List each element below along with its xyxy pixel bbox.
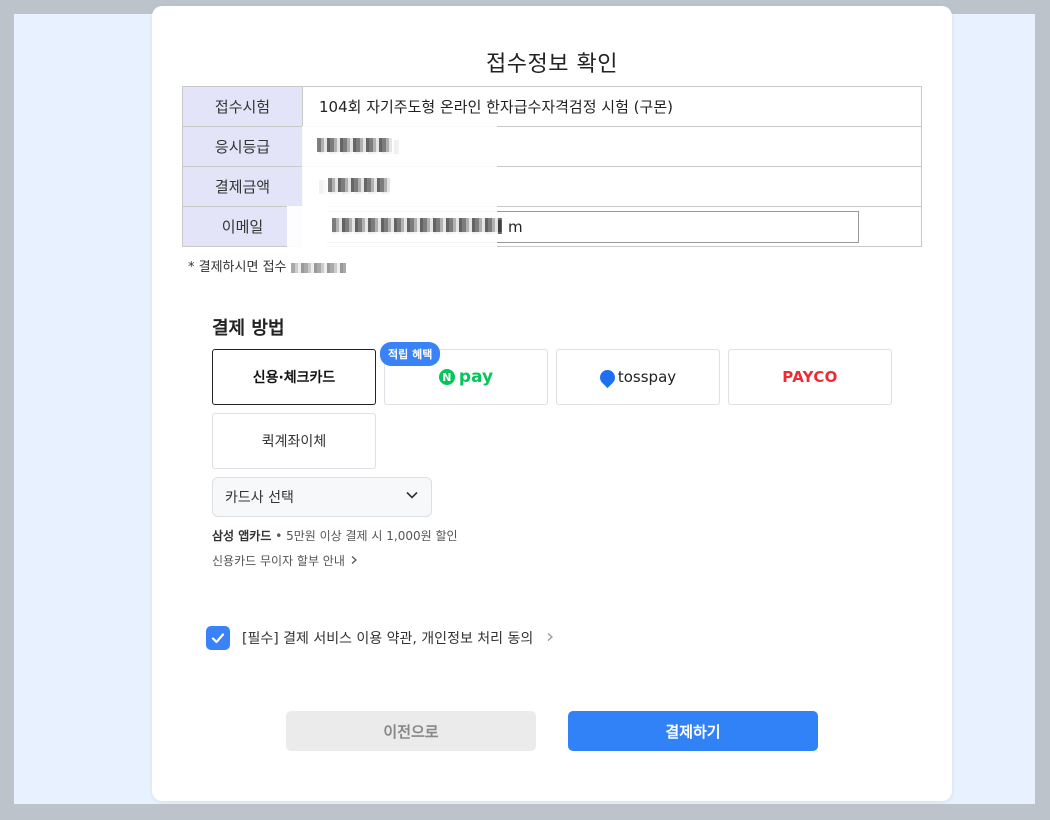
amount-label: 결제금액 bbox=[182, 166, 303, 207]
table-row: 응시등급 bbox=[182, 126, 922, 167]
promo-text: 삼성 앱카드 • 5만원 이상 결제 시 1,000원 할인 bbox=[212, 527, 458, 544]
card-payment-label: 신용·체크카드 bbox=[252, 370, 336, 386]
npay-n-icon: N bbox=[438, 369, 455, 385]
previous-button[interactable]: 이전으로 bbox=[286, 711, 536, 751]
note-text: * 결제하시면 접수 bbox=[188, 260, 287, 275]
card-company-select-value: 카드사 선택 bbox=[225, 490, 294, 506]
promo-card-name: 삼성 앱카드 bbox=[212, 529, 272, 543]
agreement-text: [필수] 결제 서비스 이용 약관, 개인정보 처리 동의 bbox=[242, 631, 534, 647]
promo-detail: • 5만원 이상 결제 시 1,000원 할인 bbox=[271, 529, 458, 543]
chevron-down-icon bbox=[405, 488, 419, 506]
check-icon bbox=[211, 633, 225, 644]
chevron-right-icon bbox=[349, 554, 359, 568]
payco-button[interactable]: PAYCO bbox=[728, 349, 892, 405]
email-tail: m bbox=[508, 217, 523, 236]
tosspay-button[interactable]: tosspay bbox=[556, 349, 720, 405]
installment-label: 신용카드 무이자 할부 안내 bbox=[212, 554, 345, 568]
table-row: 접수시험 104회 자기주도형 온라인 한자급수자격검정 시험 (구몬) bbox=[182, 86, 922, 127]
exam-value: 104회 자기주도형 온라인 한자급수자격검정 시험 (구몬) bbox=[302, 86, 922, 127]
payment-note: * 결제하시면 접수 bbox=[188, 256, 346, 275]
card-payment-button[interactable]: 신용·체크카드 bbox=[212, 349, 376, 405]
redaction-overlay bbox=[287, 206, 327, 251]
npay-label: pay bbox=[458, 367, 494, 387]
npay-logo: N pay bbox=[438, 367, 494, 387]
card-company-select[interactable]: 카드사 선택 bbox=[212, 477, 432, 517]
installment-info-link[interactable]: 신용카드 무이자 할부 안내 bbox=[212, 552, 359, 569]
payco-label: PAYCO bbox=[782, 368, 838, 386]
modal-title: 접수정보 확인 bbox=[486, 52, 618, 77]
grade-label: 응시등급 bbox=[182, 126, 303, 167]
agreement-checkbox[interactable] bbox=[206, 626, 230, 650]
tosspay-label: tosspay bbox=[617, 368, 677, 386]
redacted-note bbox=[290, 262, 346, 273]
redacted-grade-overlay bbox=[317, 138, 392, 152]
quick-transfer-button[interactable]: 퀵계좌이체 bbox=[212, 413, 376, 469]
quick-transfer-label: 퀵계좌이체 bbox=[261, 434, 327, 450]
email-label: 이메일 bbox=[182, 206, 303, 247]
tosspay-logo: tosspay bbox=[596, 366, 677, 388]
chevron-right-icon[interactable] bbox=[545, 630, 555, 646]
pay-button[interactable]: 결제하기 bbox=[568, 711, 818, 751]
toss-icon bbox=[596, 366, 618, 388]
redacted-amount-overlay bbox=[328, 178, 390, 192]
table-row: 결제금액 bbox=[182, 166, 922, 207]
confirm-modal: 접수정보 확인 접수시험 104회 자기주도형 온라인 한자급수자격검정 시험 … bbox=[152, 6, 952, 801]
reward-badge: 적립 혜택 bbox=[380, 342, 441, 366]
agreement-row[interactable]: [필수] 결제 서비스 이용 약관, 개인정보 처리 동의 bbox=[206, 626, 555, 650]
exam-label: 접수시험 bbox=[182, 86, 303, 127]
payment-method-title: 결제 방법 bbox=[212, 318, 285, 339]
redacted-email-overlay bbox=[332, 218, 502, 232]
